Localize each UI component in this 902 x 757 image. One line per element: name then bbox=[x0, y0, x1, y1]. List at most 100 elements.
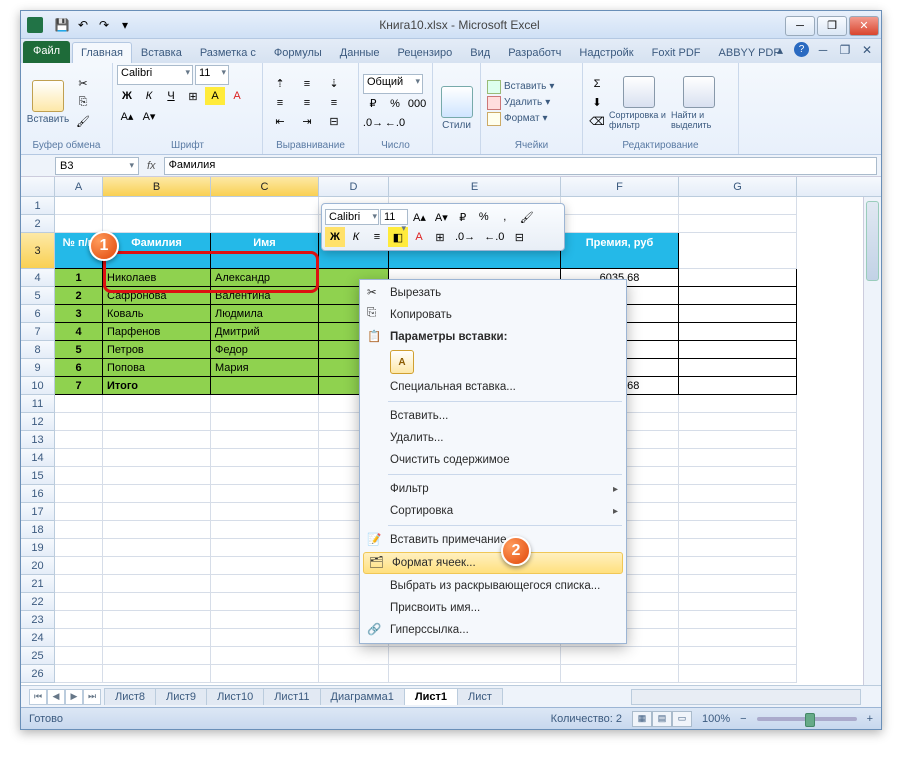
sheet-tab[interactable]: Лист1 bbox=[404, 688, 458, 705]
row-header[interactable]: 24 bbox=[21, 629, 55, 647]
tab-view[interactable]: Вид bbox=[461, 42, 499, 63]
row-header[interactable]: 10 bbox=[21, 377, 55, 395]
font-name-combo[interactable]: Calibri bbox=[117, 65, 193, 85]
row-header[interactable]: 3 bbox=[21, 233, 55, 269]
mini-currency-button[interactable]: ₽ bbox=[453, 207, 473, 227]
scrollbar-thumb[interactable] bbox=[866, 201, 879, 281]
percent-button[interactable]: % bbox=[385, 95, 405, 113]
ctx-dropdown[interactable]: Выбрать из раскрывающегося списка... bbox=[362, 575, 624, 597]
sheet-nav-first[interactable]: ⏮ bbox=[29, 689, 47, 705]
minimize-ribbon-button[interactable]: ▴ bbox=[772, 42, 788, 58]
qat-customize-button[interactable]: ▾ bbox=[116, 16, 134, 34]
close-button[interactable]: ✕ bbox=[849, 16, 879, 36]
cell[interactable]: Коваль bbox=[103, 305, 211, 323]
col-header-a[interactable]: A bbox=[55, 177, 103, 196]
mini-grow-font-button[interactable]: A▴ bbox=[409, 207, 430, 227]
sheet-tab[interactable]: Диаграмма1 bbox=[320, 688, 405, 705]
mini-shrink-font-button[interactable]: A▾ bbox=[431, 207, 452, 227]
col-header-d[interactable]: D bbox=[319, 177, 389, 196]
ctx-hyperlink[interactable]: 🔗Гиперссылка... bbox=[362, 619, 624, 641]
currency-button[interactable]: ₽ bbox=[363, 95, 383, 113]
cell[interactable]: Николаев bbox=[103, 269, 211, 287]
sort-filter-button[interactable]: Сортировка и фильтр bbox=[609, 70, 669, 136]
row-header[interactable]: 4 bbox=[21, 269, 55, 287]
cell[interactable]: 2 bbox=[55, 287, 103, 305]
ctx-cut[interactable]: ✂Вырезать bbox=[362, 282, 624, 304]
cell[interactable]: 4 bbox=[55, 323, 103, 341]
align-center-button[interactable]: ≡ bbox=[294, 94, 320, 112]
cell[interactable]: Сафронова bbox=[103, 287, 211, 305]
cells-insert-button[interactable]: Вставить ▾ bbox=[485, 79, 556, 95]
row-header[interactable]: 2 bbox=[21, 215, 55, 233]
mini-align-button[interactable]: ≡ bbox=[367, 227, 387, 247]
align-middle-button[interactable]: ≡ bbox=[294, 75, 320, 93]
minimize-button[interactable]: ─ bbox=[785, 16, 815, 36]
tab-data[interactable]: Данные bbox=[331, 42, 389, 63]
row-header[interactable]: 25 bbox=[21, 647, 55, 665]
row-header[interactable]: 21 bbox=[21, 575, 55, 593]
styles-button[interactable]: Стили bbox=[437, 75, 476, 141]
mini-comma-button[interactable]: , bbox=[495, 207, 515, 227]
clear-button[interactable]: ⌫ bbox=[587, 113, 607, 131]
mini-font-color-button[interactable]: A bbox=[409, 227, 429, 247]
tab-developer[interactable]: Разработч bbox=[499, 42, 570, 63]
workbook-min-button[interactable]: ─ bbox=[815, 42, 831, 58]
cell[interactable]: Людмила bbox=[211, 305, 319, 323]
tab-formulas[interactable]: Формулы bbox=[265, 42, 331, 63]
align-left-button[interactable]: ≡ bbox=[267, 94, 293, 112]
row-header[interactable]: 5 bbox=[21, 287, 55, 305]
shrink-font-button[interactable]: A▾ bbox=[139, 107, 159, 125]
cell[interactable]: 5 bbox=[55, 341, 103, 359]
workbook-restore-button[interactable]: ❐ bbox=[837, 42, 853, 58]
increase-decimal-button[interactable]: .0→ bbox=[363, 114, 383, 132]
row-header[interactable]: 15 bbox=[21, 467, 55, 485]
tab-home[interactable]: Главная bbox=[72, 42, 132, 63]
help-button[interactable]: ? bbox=[794, 42, 809, 57]
select-all-button[interactable] bbox=[21, 177, 55, 196]
file-tab[interactable]: Файл bbox=[23, 41, 70, 63]
mini-size-combo[interactable]: 11 bbox=[380, 209, 408, 225]
tab-addins[interactable]: Надстройк bbox=[570, 42, 642, 63]
view-normal-button[interactable]: ▦ bbox=[632, 711, 652, 727]
mini-dec-decimal-button[interactable]: ←.0 bbox=[480, 227, 508, 247]
cut-button[interactable]: ✂ bbox=[73, 75, 93, 93]
merge-button[interactable]: ⊟ bbox=[321, 113, 347, 131]
increase-indent-button[interactable]: ⇥ bbox=[294, 113, 320, 131]
row-header[interactable]: 1 bbox=[21, 197, 55, 215]
sheet-tab[interactable]: Лист8 bbox=[104, 688, 156, 705]
horizontal-scrollbar[interactable] bbox=[631, 689, 861, 705]
sheet-nav-prev[interactable]: ◀ bbox=[47, 689, 65, 705]
cell[interactable]: 6 bbox=[55, 359, 103, 377]
decrease-decimal-button[interactable]: ←.0 bbox=[385, 114, 405, 132]
mini-merge-button[interactable]: ⊟ bbox=[509, 227, 529, 247]
qat-save-button[interactable]: 💾 bbox=[53, 16, 71, 34]
bold-button[interactable]: Ж bbox=[117, 87, 137, 105]
row-header[interactable]: 19 bbox=[21, 539, 55, 557]
cell[interactable]: Александр bbox=[211, 269, 319, 287]
mini-format-painter-button[interactable]: 🖌 bbox=[516, 207, 538, 227]
view-break-button[interactable]: ▭ bbox=[672, 711, 692, 727]
find-select-button[interactable]: Найти и выделить bbox=[671, 70, 727, 136]
cells-format-button[interactable]: Формат ▾ bbox=[485, 111, 556, 127]
row-header[interactable]: 14 bbox=[21, 449, 55, 467]
cell[interactable]: Мария bbox=[211, 359, 319, 377]
row-header[interactable]: 8 bbox=[21, 341, 55, 359]
cell[interactable]: 7 bbox=[55, 377, 103, 395]
sheet-nav-next[interactable]: ▶ bbox=[65, 689, 83, 705]
row-header[interactable]: 12 bbox=[21, 413, 55, 431]
cell[interactable]: 1 bbox=[55, 269, 103, 287]
number-format-combo[interactable]: Общий bbox=[363, 74, 423, 94]
row-header[interactable]: 7 bbox=[21, 323, 55, 341]
font-size-combo[interactable]: 11 bbox=[195, 65, 229, 85]
qat-undo-button[interactable]: ↶ bbox=[74, 16, 92, 34]
vertical-scrollbar[interactable] bbox=[863, 197, 881, 685]
mini-font-combo[interactable]: Calibri bbox=[325, 209, 379, 225]
ctx-copy[interactable]: ⎘Копировать bbox=[362, 304, 624, 326]
ctx-sort[interactable]: Сортировка bbox=[362, 500, 624, 522]
row-header[interactable]: 23 bbox=[21, 611, 55, 629]
align-right-button[interactable]: ≡ bbox=[321, 94, 347, 112]
cell[interactable]: Валентина bbox=[211, 287, 319, 305]
grow-font-button[interactable]: A▴ bbox=[117, 107, 137, 125]
row-header[interactable]: 9 bbox=[21, 359, 55, 377]
tab-insert[interactable]: Вставка bbox=[132, 42, 191, 63]
